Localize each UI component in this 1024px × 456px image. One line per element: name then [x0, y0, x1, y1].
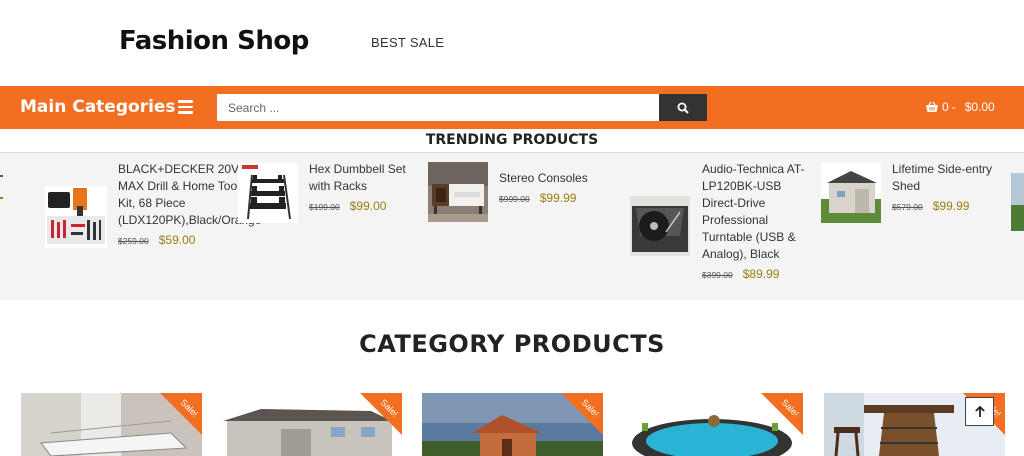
trending-title: TRENDING PRODUCTS — [425, 132, 599, 148]
search-button[interactable] — [659, 94, 707, 121]
category-products-heading: CATEGORY PRODUCTS — [359, 330, 665, 358]
sale-price: $99.99 — [932, 199, 970, 213]
sale-price: $99.99 — [539, 191, 577, 205]
category-product-card[interactable]: Sale! — [622, 393, 803, 456]
trending-carousel[interactable]: BLACK+DECKER 20V MAX Drill & Home Tool K… — [0, 152, 1024, 300]
sale-badge: Sale! — [761, 393, 803, 435]
old-price: $199.00 — [309, 202, 340, 212]
sale-badge: Sale! — [360, 393, 402, 435]
sale-price: $59.00 — [158, 233, 196, 247]
search-icon — [677, 102, 689, 114]
cart-summary[interactable]: 0- $0.00 — [925, 100, 995, 114]
search-input[interactable] — [217, 94, 659, 121]
hamburger-menu-icon[interactable] — [178, 100, 193, 114]
dumbbell-rack-image — [238, 163, 298, 223]
shed-image — [821, 163, 881, 223]
sale-price: $89.99 — [742, 267, 780, 281]
main-categories-label[interactable]: Main Categories — [20, 97, 176, 117]
category-product-card[interactable]: Sale! — [21, 393, 202, 456]
sale-badge: Sale! — [561, 393, 603, 435]
old-price: $259.00 — [118, 236, 149, 246]
old-price: $579.00 — [892, 202, 923, 212]
category-product-card[interactable]: Sale! — [221, 393, 402, 456]
product-title[interactable]: Stereo Consoles — [499, 170, 599, 187]
basket-icon — [926, 101, 938, 112]
cart-count: 0 — [942, 100, 949, 114]
carousel-edge-image — [1011, 173, 1024, 231]
sale-price: $99.00 — [349, 199, 387, 213]
main-navbar: Main Categories 0- $0.00 — [0, 86, 1024, 129]
product-title[interactable]: Lifetime Side-entry Shed — [892, 161, 1002, 195]
carousel-edge-item — [0, 175, 4, 215]
category-product-card[interactable]: Sale! — [422, 393, 603, 456]
product-title[interactable]: BLACK+DECKER 20V MAX Drill & Home Tool K… — [118, 161, 261, 229]
product-title[interactable]: Audio-Technica AT-LP120BK-USB Direct-Dri… — [702, 161, 807, 263]
product-title[interactable]: Hex Dumbbell Set with Racks — [309, 161, 409, 195]
sale-badge: Sale! — [160, 393, 202, 435]
arrow-up-icon — [974, 405, 985, 417]
cart-total: $0.00 — [964, 100, 995, 114]
old-price: $399.00 — [702, 270, 733, 280]
cart-separator: - — [951, 100, 956, 114]
old-price: $999.00 — [499, 194, 530, 204]
scroll-to-top-button[interactable] — [965, 397, 994, 426]
turntable-image — [630, 196, 690, 256]
site-title[interactable]: Fashion Shop — [119, 26, 309, 56]
site-header: Fashion Shop BEST SALE — [0, 0, 1024, 86]
menu-item-best-sale[interactable]: BEST SALE — [371, 35, 444, 50]
tool-kit-image — [45, 186, 107, 248]
stereo-console-image — [428, 162, 488, 222]
